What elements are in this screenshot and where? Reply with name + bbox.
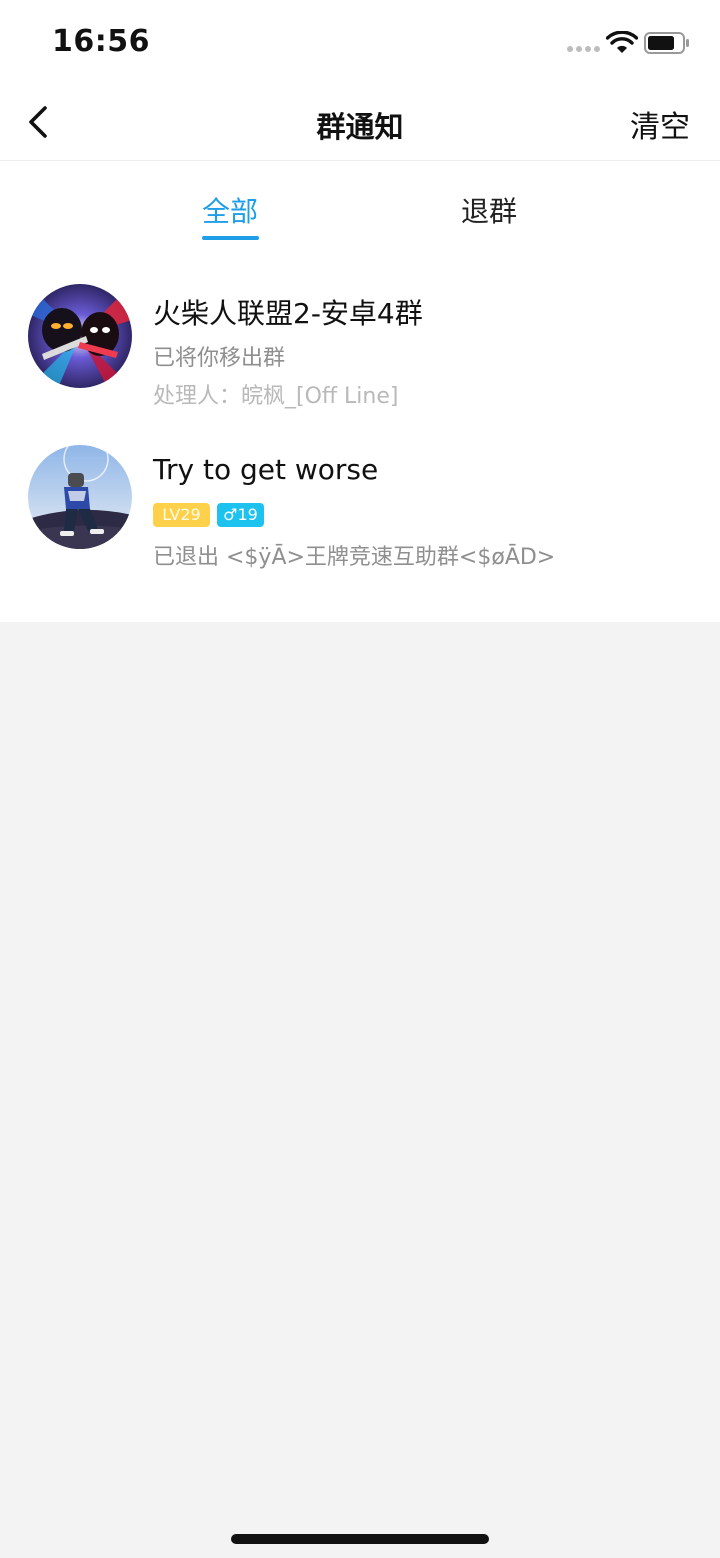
- tab-all[interactable]: 全部: [202, 190, 258, 230]
- group-avatar-image: [28, 284, 132, 388]
- active-tab-indicator: [202, 236, 259, 240]
- notification-message: 已将你移出群: [153, 346, 286, 371]
- avatar[interactable]: [28, 284, 132, 388]
- notification-message: 已退出 <$ÿĀ>王牌竞速互助群<$øĀD>: [153, 545, 556, 570]
- wifi-icon: [606, 31, 638, 53]
- avatar[interactable]: [28, 445, 132, 549]
- level-badge: LV29: [153, 503, 210, 527]
- notification-handler: 处理人：皖枫_[Off Line]: [153, 384, 399, 409]
- status-time: 16:56: [52, 24, 150, 59]
- tab-quit-group[interactable]: 退群: [461, 190, 517, 230]
- cellular-signal-icon: [567, 46, 601, 54]
- page-title: 群通知: [316, 110, 404, 144]
- list-item[interactable]: Try to get worse LV29 ♂19 已退出 <$ÿĀ>王牌竞速互…: [0, 445, 720, 575]
- user-name: Try to get worse: [153, 453, 379, 486]
- list-item[interactable]: 火柴人联盟2-安卓4群 已将你移出群 处理人：皖枫_[Off Line]: [0, 284, 720, 414]
- gender-age-badge: ♂19: [217, 503, 264, 527]
- clear-button[interactable]: 清空: [630, 102, 690, 146]
- user-badges: LV29 ♂19: [0, 503, 720, 527]
- status-bar: 16:56: [0, 0, 720, 84]
- nav-bar: 群通知 清空: [0, 84, 720, 161]
- home-indicator[interactable]: [231, 1534, 489, 1544]
- user-avatar-image: [28, 445, 132, 549]
- notification-title: 火柴人联盟2-安卓4群: [153, 297, 423, 330]
- battery-icon: [644, 32, 689, 54]
